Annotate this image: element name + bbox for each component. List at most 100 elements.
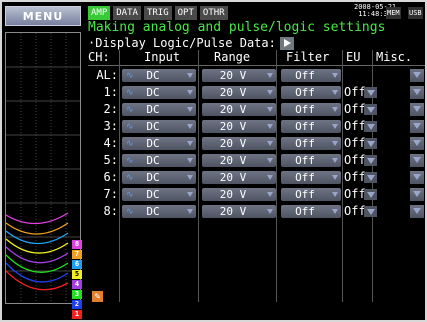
- channel-marker: 2: [72, 300, 82, 309]
- eu-dropdown-button[interactable]: [364, 138, 377, 149]
- range-select[interactable]: 20 V: [202, 205, 276, 218]
- filter-select[interactable]: Off: [281, 137, 341, 150]
- eu-value: Off: [344, 204, 366, 218]
- eu-dropdown-button[interactable]: [364, 189, 377, 200]
- eu-dropdown-button[interactable]: [364, 155, 377, 166]
- filter-value: Off: [295, 69, 315, 82]
- chevron-down-icon: [332, 107, 338, 112]
- chevron-down-icon: [187, 175, 193, 180]
- input-select[interactable]: ∿ DC: [122, 69, 196, 82]
- input-select[interactable]: ∿ DC: [122, 86, 196, 99]
- tab-amp[interactable]: AMP: [88, 6, 111, 20]
- channel-marker: 7: [72, 250, 82, 259]
- chevron-down-icon: [332, 124, 338, 129]
- display-logic-setting: ·Display Logic/Pulse Data:: [88, 36, 294, 50]
- chevron-down-icon: [267, 192, 273, 197]
- input-select[interactable]: ∿ DC: [122, 154, 196, 167]
- input-select[interactable]: ∿ DC: [122, 103, 196, 116]
- eu-value: Off: [344, 187, 366, 201]
- tab-data[interactable]: DATA: [113, 6, 141, 20]
- filter-value: Off: [295, 205, 315, 218]
- misc-button[interactable]: [410, 188, 424, 201]
- input-value: DC: [146, 137, 160, 150]
- filter-select[interactable]: Off: [281, 86, 341, 99]
- filter-value: Off: [295, 103, 315, 116]
- input-select[interactable]: ∿ DC: [122, 188, 196, 201]
- chevron-down-icon: [267, 158, 273, 163]
- chevron-down-icon: [267, 141, 273, 146]
- range-select[interactable]: 20 V: [202, 103, 276, 116]
- channel-marker: 1: [72, 310, 82, 319]
- eu-dropdown-button[interactable]: [364, 87, 377, 98]
- filter-select[interactable]: Off: [281, 188, 341, 201]
- header-divider: [88, 65, 425, 66]
- tab-othr[interactable]: OTHR: [199, 6, 228, 20]
- table-row: 1: ∿ DC 20 V Off Off: [88, 84, 425, 101]
- edit-icon[interactable]: ✎: [92, 291, 103, 302]
- misc-button[interactable]: [410, 86, 424, 99]
- range-value: 20 V: [219, 171, 247, 184]
- eu-dropdown-button[interactable]: [364, 172, 377, 183]
- range-select[interactable]: 20 V: [202, 188, 276, 201]
- misc-button[interactable]: [410, 137, 424, 150]
- input-select[interactable]: ∿ DC: [122, 171, 196, 184]
- range-select[interactable]: 20 V: [202, 86, 276, 99]
- range-value: 20 V: [219, 120, 247, 133]
- channel-marker: 4: [72, 280, 82, 289]
- input-value: DC: [146, 171, 160, 184]
- channel-label: 2:: [103, 102, 118, 116]
- channel-label: 6:: [103, 170, 118, 184]
- filter-value: Off: [295, 120, 315, 133]
- filter-select[interactable]: Off: [281, 103, 341, 116]
- tab-trig[interactable]: TRIG: [143, 6, 172, 20]
- range-select[interactable]: 20 V: [202, 69, 276, 82]
- input-select[interactable]: ∿ DC: [122, 137, 196, 150]
- menu-button[interactable]: MENU: [5, 6, 81, 26]
- chevron-down-icon: [187, 192, 193, 197]
- chevron-down-icon: [267, 73, 273, 78]
- display-logic-play-button[interactable]: [279, 36, 294, 50]
- display-logic-label: ·Display Logic/Pulse Data:: [88, 36, 276, 50]
- chevron-down-icon: [332, 90, 338, 95]
- chevron-down-icon: [332, 175, 338, 180]
- input-select[interactable]: ∿ DC: [122, 205, 196, 218]
- input-select[interactable]: ∿ DC: [122, 120, 196, 133]
- range-value: 20 V: [219, 86, 247, 99]
- filter-select[interactable]: Off: [281, 69, 341, 82]
- range-select[interactable]: 20 V: [202, 137, 276, 150]
- misc-button[interactable]: [410, 171, 424, 184]
- eu-dropdown-button[interactable]: [364, 121, 377, 132]
- col-header-input: Input: [144, 50, 181, 64]
- chevron-down-icon: [187, 158, 193, 163]
- usb-indicator: USB: [408, 7, 423, 19]
- channel-label: 3:: [103, 119, 118, 133]
- table-row: 3: ∿ DC 20 V Off Off: [88, 118, 425, 135]
- range-select[interactable]: 20 V: [202, 154, 276, 167]
- range-select[interactable]: 20 V: [202, 171, 276, 184]
- chevron-down-icon: [187, 209, 193, 214]
- misc-button[interactable]: [410, 205, 424, 218]
- filter-value: Off: [295, 154, 315, 167]
- waveform-ch5: [6, 238, 69, 254]
- misc-button[interactable]: [410, 120, 424, 133]
- chevron-down-icon: [187, 90, 193, 95]
- filter-select[interactable]: Off: [281, 205, 341, 218]
- misc-button[interactable]: [410, 154, 424, 167]
- input-value: DC: [146, 103, 160, 116]
- eu-dropdown-button[interactable]: [364, 206, 377, 217]
- filter-select[interactable]: Off: [281, 154, 341, 167]
- filter-select[interactable]: Off: [281, 120, 341, 133]
- eu-value: Off: [344, 102, 366, 116]
- range-value: 20 V: [219, 103, 247, 116]
- range-select[interactable]: 20 V: [202, 120, 276, 133]
- chevron-down-icon: [187, 141, 193, 146]
- col-header-filter: Filter: [286, 50, 330, 64]
- filter-select[interactable]: Off: [281, 171, 341, 184]
- eu-dropdown-button[interactable]: [364, 104, 377, 115]
- filter-value: Off: [295, 188, 315, 201]
- misc-button[interactable]: [410, 69, 424, 82]
- misc-button[interactable]: [410, 103, 424, 116]
- tab-opt[interactable]: OPT: [174, 6, 197, 20]
- chevron-down-icon: [267, 209, 273, 214]
- range-value: 20 V: [219, 188, 247, 201]
